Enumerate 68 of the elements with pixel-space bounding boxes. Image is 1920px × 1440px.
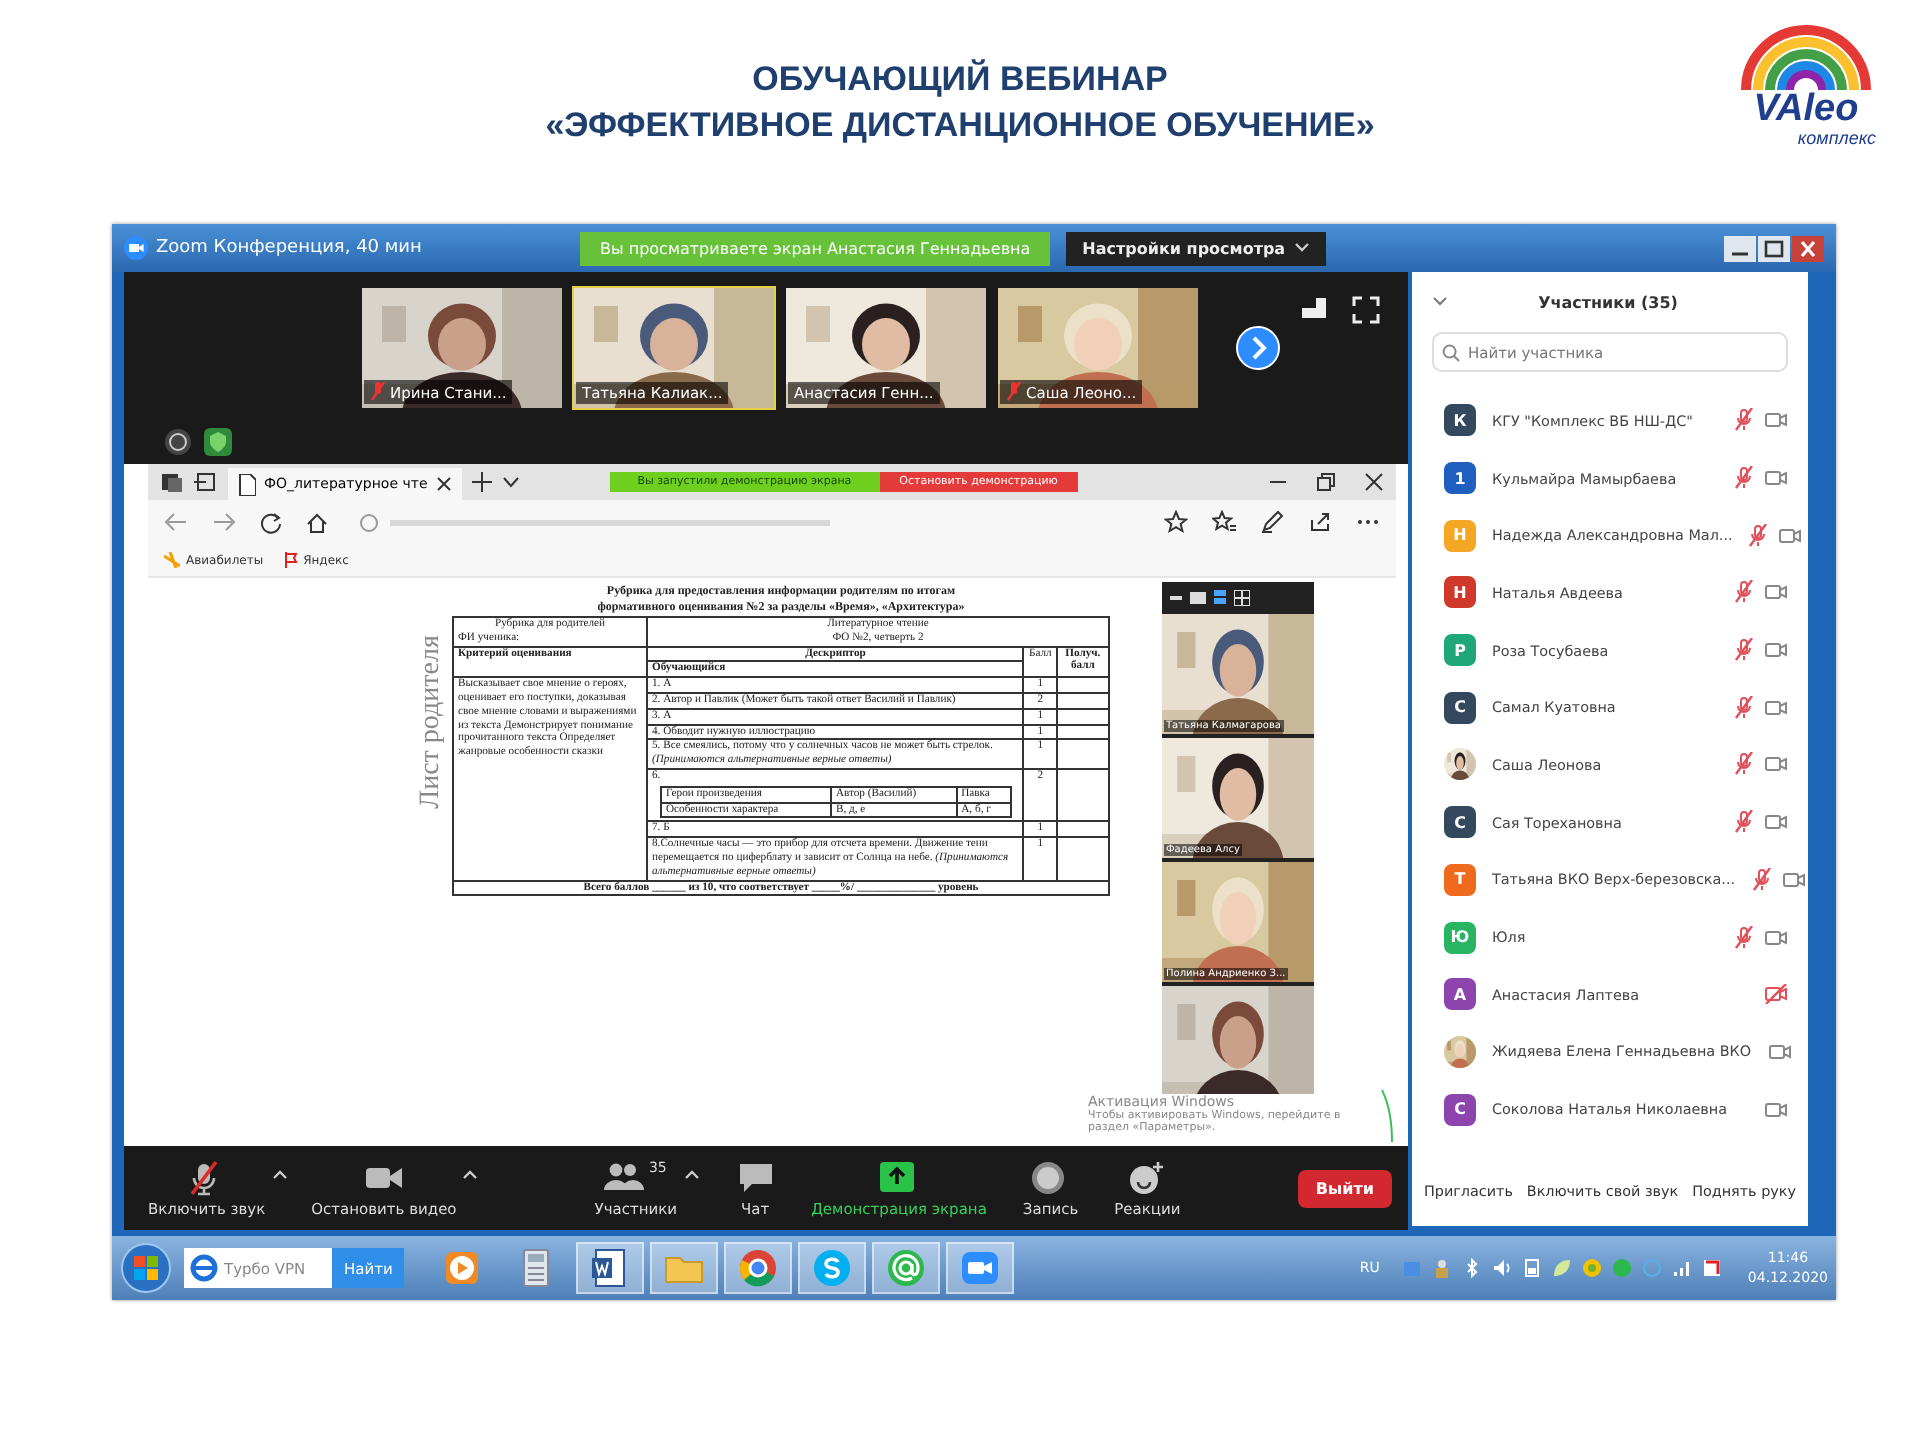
forward-arrow-icon[interactable] [212, 512, 236, 532]
people-icon [604, 1159, 645, 1195]
plane-icon [164, 552, 180, 568]
flag-icon[interactable] [1701, 1258, 1722, 1278]
favorites-icon[interactable] [1212, 510, 1236, 534]
strip-view-icon[interactable] [1214, 590, 1226, 606]
leave-button[interactable]: Выйти [1297, 1169, 1392, 1207]
avatar: С [1444, 1093, 1476, 1126]
avatar: К [1444, 404, 1476, 437]
flag-icon [283, 552, 298, 568]
plus-icon[interactable] [471, 472, 492, 492]
close-icon[interactable] [435, 476, 452, 492]
home-icon[interactable] [306, 511, 328, 533]
caret-icon [1293, 242, 1310, 254]
logo-text: VAleo [1753, 92, 1859, 128]
avatar: Ю [1444, 921, 1476, 954]
share-banner: Вы просматриваете экран Анастасия Геннадьевна [580, 231, 1051, 265]
caret-icon[interactable] [501, 476, 520, 488]
avatar: Н [1444, 519, 1476, 552]
smiley-icon [1127, 1159, 1168, 1195]
view-options-button[interactable]: Настройки просмотра [1066, 231, 1326, 265]
avatar: С [1444, 691, 1476, 724]
at-sign-icon[interactable] [886, 1248, 927, 1288]
play-icon[interactable] [442, 1248, 483, 1288]
logo-subtitle: комплекс [1797, 128, 1876, 148]
grid-view-icon[interactable] [1234, 590, 1250, 606]
signal-icon[interactable] [1671, 1258, 1692, 1278]
star-icon[interactable] [1164, 510, 1188, 534]
close-icon[interactable] [1364, 472, 1384, 492]
word-document-icon[interactable] [590, 1248, 631, 1288]
start-button[interactable] [120, 1242, 172, 1294]
chrome-icon[interactable] [738, 1248, 779, 1288]
window-title: Zoom Конференция, 40 мин [156, 238, 422, 258]
fullscreen-icon[interactable] [1352, 296, 1380, 324]
slide-title: ОБУЧАЮЩИЙ ВЕБИНАР [750, 57, 1170, 102]
info-icon [360, 513, 378, 531]
panel-title: Участники (35) [1536, 293, 1680, 311]
avatar: С [1444, 806, 1476, 839]
next-arrow-button[interactable] [1236, 326, 1280, 370]
speaker-icon[interactable] [1491, 1258, 1512, 1278]
chat-bubble-icon [735, 1159, 776, 1195]
back-arrow-icon[interactable] [164, 512, 188, 532]
avatar: Н [1444, 576, 1476, 609]
workspace-icon[interactable] [160, 470, 184, 494]
slide-title: «ЭФФЕКТИВНОЕ ДИСТАНЦИОННОЕ ОБУЧЕНИЕ» [545, 104, 1375, 148]
search-icon [1442, 344, 1460, 362]
pen-icon[interactable] [1260, 510, 1284, 534]
zoom-camera-icon [124, 236, 148, 260]
avatar: А [1444, 978, 1476, 1011]
tab-actions-icon[interactable] [194, 470, 218, 494]
battery-icon[interactable] [1521, 1258, 1542, 1278]
zoom-camera-icon[interactable] [960, 1248, 1001, 1288]
avatar: Т [1444, 863, 1476, 896]
share-icon[interactable] [1308, 510, 1332, 534]
more-icon[interactable] [1356, 518, 1380, 526]
avatar: Р [1444, 634, 1476, 667]
document-icon [238, 473, 256, 495]
maximize-icon[interactable] [1758, 235, 1790, 261]
restore-icon[interactable] [1316, 472, 1336, 492]
rainbow-icon [1740, 24, 1872, 92]
side-label: Лист родителя [416, 633, 448, 813]
minimize-icon[interactable] [1724, 235, 1756, 261]
refresh-icon[interactable] [260, 511, 282, 533]
info-icon[interactable] [164, 428, 192, 456]
bluetooth-icon[interactable] [1461, 1258, 1482, 1278]
avatar: 1 [1444, 462, 1476, 495]
shield-icon [204, 428, 232, 456]
collapse-icon[interactable] [1432, 296, 1448, 308]
